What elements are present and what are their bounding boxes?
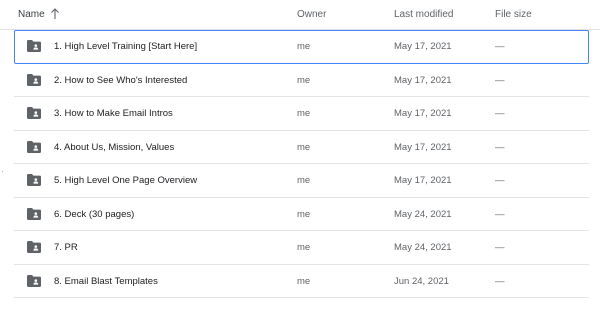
- file-name: 4. About Us, Mission, Values: [54, 141, 175, 153]
- file-size: —: [495, 275, 505, 287]
- file-row[interactable]: 3. How to Make Email Intros me May 17, 2…: [14, 97, 589, 131]
- file-last-modified: May 17, 2021: [394, 175, 452, 186]
- file-row[interactable]: 6. Deck (30 pages) me May 24, 2021 —: [14, 198, 589, 231]
- file-row[interactable]: 5. High Level One Page Overview me May 1…: [14, 164, 589, 198]
- file-row[interactable]: 2. How to See Who's Interested me May 17…: [14, 64, 589, 97]
- file-owner: me: [297, 175, 311, 186]
- shared-folder-icon: [27, 174, 41, 186]
- file-size: —: [495, 74, 505, 86]
- file-owner: me: [297, 242, 311, 253]
- file-owner: me: [297, 41, 311, 52]
- file-row[interactable]: 4. About Us, Mission, Values me May 17, …: [14, 131, 589, 164]
- shared-folder-icon: [27, 207, 41, 220]
- file-last-modified: May 17, 2021: [394, 74, 452, 86]
- shared-folder-icon: [27, 274, 41, 287]
- file-size: —: [495, 141, 505, 153]
- file-owner: me: [297, 208, 311, 220]
- file-last-modified: May 24, 2021: [394, 242, 452, 253]
- shared-folder-icon: [27, 241, 41, 253]
- file-size: —: [495, 108, 505, 119]
- shared-folder-icon: [27, 107, 41, 119]
- file-name: 5. High Level One Page Overview: [54, 175, 198, 186]
- shared-folder-icon: [27, 40, 41, 52]
- file-name: 3. How to Make Email Intros: [54, 108, 173, 119]
- shared-folder-icon: [27, 73, 41, 86]
- file-last-modified: May 17, 2021: [394, 108, 452, 119]
- file-owner: me: [297, 141, 311, 153]
- left-edge-mark: ·: [1, 166, 4, 176]
- file-name: 1. High Level Training [Start Here]: [54, 41, 198, 52]
- file-size: —: [495, 242, 505, 253]
- file-row[interactable]: 8. Email Blast Templates me Jun 24, 2021…: [14, 265, 589, 298]
- file-rows: 1. High Level Training [Start Here] me M…: [14, 30, 589, 298]
- file-name: 7. PR: [54, 242, 78, 253]
- file-name: 8. Email Blast Templates: [54, 275, 158, 287]
- file-name: 2. How to See Who's Interested: [54, 74, 188, 86]
- file-name: 6. Deck (30 pages): [54, 208, 135, 220]
- file-list: Name Owner Last modified File size 1. Hi…: [0, 0, 600, 310]
- column-header-name[interactable]: Name: [18, 9, 45, 20]
- file-last-modified: May 17, 2021: [394, 141, 452, 153]
- column-header-owner: Owner: [297, 9, 327, 20]
- file-row[interactable]: 1. High Level Training [Start Here] me M…: [14, 30, 589, 64]
- file-row[interactable]: 7. PR me May 24, 2021 —: [14, 231, 589, 265]
- file-size: —: [495, 41, 505, 52]
- column-header-row: Name Owner Last modified File size: [0, 0, 600, 30]
- file-owner: me: [297, 74, 311, 86]
- file-last-modified: May 17, 2021: [394, 41, 452, 52]
- file-owner: me: [297, 275, 311, 287]
- file-owner: me: [297, 108, 311, 119]
- file-size: —: [495, 208, 505, 220]
- shared-folder-icon: [27, 140, 41, 153]
- column-header-last-modified[interactable]: Last modified: [394, 9, 453, 20]
- file-size: —: [495, 175, 505, 186]
- arrow-upward-icon[interactable]: [50, 8, 60, 20]
- file-last-modified: Jun 24, 2021: [394, 275, 449, 287]
- file-last-modified: May 24, 2021: [394, 208, 452, 220]
- column-header-file-size: File size: [495, 9, 532, 20]
